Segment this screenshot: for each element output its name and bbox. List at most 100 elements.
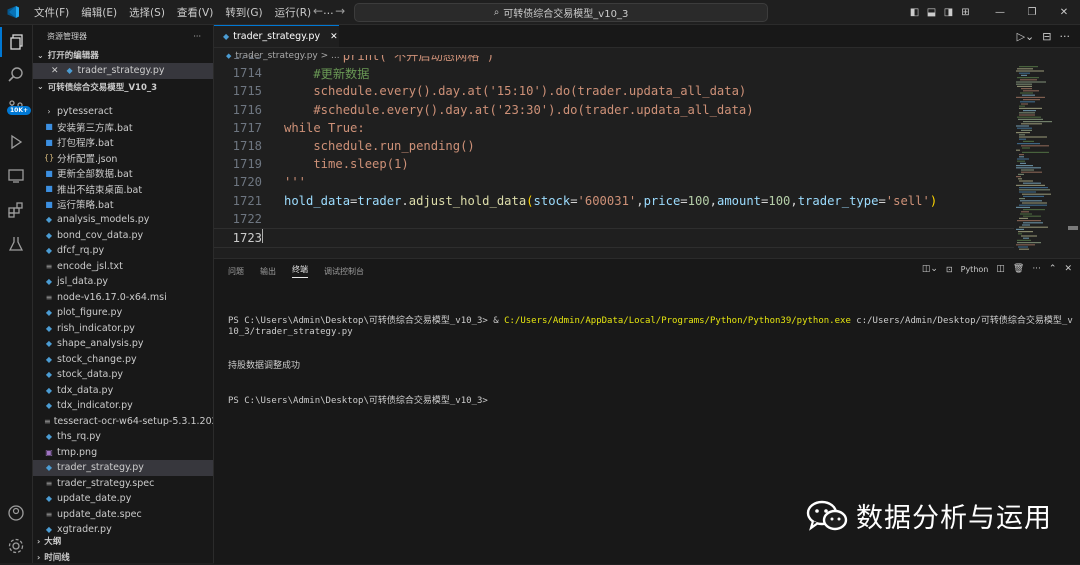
file-item[interactable]: ◆ stock_data.py <box>33 367 213 383</box>
more-terminal-icon[interactable]: ··· <box>1032 264 1041 274</box>
file-item[interactable]: ◆ plot_figure.py <box>33 305 213 321</box>
search-icon: ⌕ <box>493 7 500 18</box>
toggle-secondary-sidebar-icon[interactable]: ◨ <box>940 7 957 18</box>
code-editor[interactable]: 1713 print('不开启动态网格') 1714 #更新数据 1715 sche… <box>214 55 1014 249</box>
minimap-line <box>1021 74 1027 76</box>
minimap-line <box>1016 244 1035 246</box>
code-token: , <box>709 193 717 208</box>
run-file-icon[interactable]: ▷⌄ <box>1017 30 1035 43</box>
vertical-scrollbar[interactable] <box>1066 64 1080 254</box>
menu-item[interactable]: 文件(F) <box>28 5 75 20</box>
file-item[interactable]: ≡ node-v16.17.0-x64.msi <box>33 290 213 306</box>
minimap[interactable] <box>1014 64 1066 254</box>
file-item[interactable]: ◆ shape_analysis.py <box>33 336 213 352</box>
file-item[interactable]: ≡ encode_jsl.txt <box>33 259 213 275</box>
menu-item[interactable]: 运行(R) <box>269 5 318 20</box>
close-window-button[interactable]: ✕ <box>1048 7 1080 18</box>
toggle-panel-icon[interactable]: ⬓ <box>923 7 940 18</box>
file-item[interactable]: ≡tesseract-ocr-w64-setup-5.3.1.20230... <box>33 414 213 430</box>
menu-item[interactable]: 编辑(E) <box>75 5 123 20</box>
file-item[interactable]: ◆ ths_rq.py <box>33 429 213 445</box>
minimap-line <box>1016 70 1044 72</box>
minimap-line <box>1019 66 1038 68</box>
accounts-icon[interactable] <box>0 498 32 528</box>
open-editors-section[interactable]: ⌄ 打开的编辑器 <box>33 47 213 63</box>
explorer-sidebar: 资源管理器 ··· ⌄ 打开的编辑器 ✕ ◆ trader_strategy.p… <box>33 25 214 563</box>
file-item[interactable]: ≡ update_date.spec <box>33 507 213 523</box>
forward-arrow-icon[interactable]: → <box>335 4 345 18</box>
file-item[interactable]: {} 分析配置.json <box>33 150 213 166</box>
open-editor-item[interactable]: ✕ ◆ trader_strategy.py <box>33 63 213 79</box>
terminal-output[interactable]: PS C:\Users\Admin\Desktop\可转债综合交易模型_v10_… <box>228 293 1073 430</box>
file-item[interactable]: ◆ stock_change.py <box>33 352 213 368</box>
maximize-button[interactable]: ❐ <box>1016 7 1048 18</box>
file-item[interactable]: ◆ trader_strategy.py <box>33 460 213 476</box>
maximize-panel-icon[interactable]: ⌃ <box>1049 264 1057 274</box>
file-name: encode_jsl.txt <box>57 260 123 272</box>
kill-terminal-icon[interactable]: 🗑 <box>1013 264 1024 274</box>
minimap-line <box>1021 145 1049 147</box>
menu-item[interactable]: 选择(S) <box>123 5 171 20</box>
command-center-search[interactable]: ⌕ 可转债综合交易模型_v10_3 <box>354 3 768 22</box>
extensions-icon[interactable] <box>0 195 32 225</box>
scrollbar-thumb[interactable] <box>1068 226 1078 230</box>
file-item[interactable]: ■ 运行策略.bat <box>33 197 213 213</box>
panel-tab[interactable]: 输出 <box>260 266 276 277</box>
file-item[interactable]: ■ 安装第三方库.bat <box>33 119 213 135</box>
testing-flask-icon[interactable] <box>0 229 32 259</box>
file-type-icon: ◆ <box>45 246 53 256</box>
minimize-button[interactable]: — <box>984 7 1016 18</box>
terminal-layout-icon[interactable]: ◫⌄ <box>922 264 938 274</box>
file-item[interactable]: ■ 打包程序.bat <box>33 135 213 151</box>
file-item[interactable]: ▣ tmp.png <box>33 445 213 461</box>
menu-bar: 文件(F) 编辑(E) 选择(S) 查看(V) 转到(G) 运行(R)… <box>28 5 340 20</box>
back-arrow-icon[interactable]: ← <box>313 4 323 18</box>
shell-label[interactable]: Python <box>961 265 989 274</box>
menu-item[interactable]: 转到(G) <box>219 5 268 20</box>
panel-tab[interactable]: 问题 <box>228 266 244 277</box>
run-debug-icon[interactable] <box>0 127 32 157</box>
more-actions-icon[interactable]: ··· <box>1060 30 1071 43</box>
file-item[interactable]: ◆ update_date.py <box>33 491 213 507</box>
close-icon[interactable]: ✕ <box>51 66 59 76</box>
file-item[interactable]: › pytesseract <box>33 104 213 120</box>
file-item[interactable]: ◆ tdx_indicator.py <box>33 398 213 414</box>
code-token: adjust_hold_data <box>408 193 527 208</box>
code-line: 1720 ''' <box>214 173 1014 191</box>
project-section[interactable]: ⌄ 可转债综合交易模型_V10_3 <box>33 79 213 95</box>
code-token: = <box>570 193 578 208</box>
explorer-more-icon[interactable]: ··· <box>193 32 201 41</box>
file-item[interactable]: ◆ dfcf_rq.py <box>33 243 213 259</box>
split-terminal-icon[interactable]: ◫ <box>996 264 1005 274</box>
split-editor-icon[interactable]: ⊟ <box>1042 30 1051 43</box>
outline-section[interactable]: › 大纲 <box>33 533 213 549</box>
file-item[interactable]: ◆ rish_indicator.py <box>33 321 213 337</box>
editor-tab-active[interactable]: ◆ trader_strategy.py ✕ <box>214 25 339 47</box>
file-item[interactable]: ■ 更新全部数据.bat <box>33 166 213 182</box>
terminal-line-3: PS C:\Users\Admin\Desktop\可转债综合交易模型_v10_… <box>228 395 488 406</box>
search-activity-icon[interactable] <box>0 60 32 90</box>
explorer-icon[interactable] <box>0 27 34 57</box>
toggle-sidebar-icon[interactable]: ◧ <box>906 7 923 18</box>
terminal-python-icon: ⊡ <box>945 264 953 274</box>
customize-layout-icon[interactable]: ⊞ <box>957 7 974 18</box>
code-text: schedule.run_pending() <box>262 139 474 153</box>
file-item[interactable]: ◆ bond_cov_data.py <box>33 228 213 244</box>
file-item[interactable]: ◆ jsl_data.py <box>33 274 213 290</box>
settings-gear-icon[interactable] <box>0 531 32 561</box>
file-item[interactable]: ◆ analysis_models.py <box>33 212 213 228</box>
minimap-line <box>1019 198 1025 200</box>
panel-tab[interactable]: 终端 <box>292 264 308 278</box>
close-panel-icon[interactable]: ✕ <box>1064 264 1072 274</box>
remote-explorer-icon[interactable] <box>0 161 32 191</box>
panel-tab[interactable]: 调试控制台 <box>324 266 364 277</box>
minimap-line <box>1017 116 1041 118</box>
close-tab-icon[interactable]: ✕ <box>330 32 338 42</box>
file-list: › pytesseract ■ 安装第三方库.bat ■ 打包程序.bat{} 分析配置.j… <box>33 104 213 538</box>
menu-item[interactable]: 查看(V) <box>171 5 219 20</box>
file-item[interactable]: ■ 推出不结束桌面.bat <box>33 181 213 197</box>
minimap-line <box>1022 202 1047 204</box>
minimap-line <box>1018 178 1022 180</box>
file-item[interactable]: ≡ trader_strategy.spec <box>33 476 213 492</box>
file-item[interactable]: ◆ tdx_data.py <box>33 383 213 399</box>
